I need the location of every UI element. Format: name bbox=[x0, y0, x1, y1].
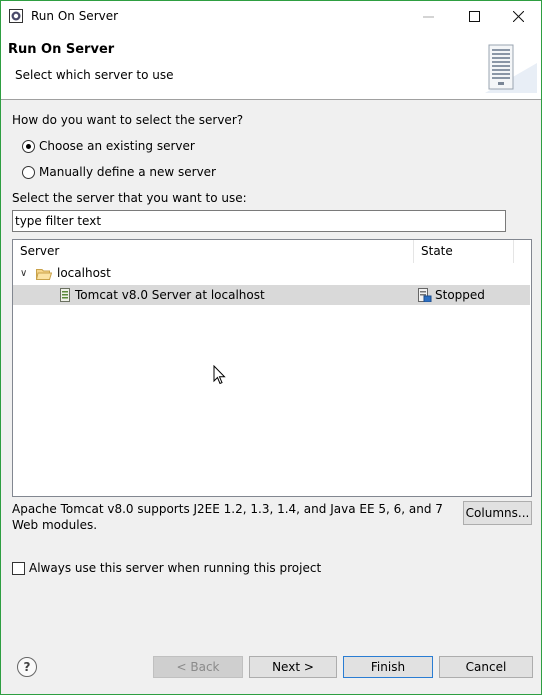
radio-manual-define[interactable]: Manually define a new server bbox=[22, 165, 216, 179]
close-icon bbox=[512, 10, 524, 22]
wizard-header: Run On Server Select which server to use bbox=[1, 31, 541, 100]
close-button[interactable] bbox=[495, 1, 541, 31]
always-use-checkbox[interactable]: Always use this server when running this… bbox=[12, 561, 321, 575]
back-button[interactable]: < Back bbox=[153, 656, 243, 678]
page-subtitle: Select which server to use bbox=[15, 68, 174, 82]
server-banner-icon bbox=[485, 44, 537, 93]
server-state: Stopped bbox=[435, 288, 485, 302]
column-separator[interactable] bbox=[413, 240, 414, 263]
help-icon[interactable]: ? bbox=[17, 657, 37, 677]
minimize-button[interactable] bbox=[405, 1, 451, 31]
title-bar[interactable]: Run On Server bbox=[1, 1, 541, 31]
mouse-cursor-icon bbox=[213, 365, 226, 385]
tree-group-localhost[interactable]: ∨ localhost bbox=[13, 264, 531, 284]
maximize-button[interactable] bbox=[451, 1, 497, 31]
column-separator[interactable] bbox=[513, 240, 514, 263]
next-button[interactable]: Next > bbox=[249, 656, 337, 678]
column-header-state[interactable]: State bbox=[421, 240, 453, 263]
selection-question: How do you want to select the server? bbox=[12, 113, 244, 127]
radio-label: Manually define a new server bbox=[39, 165, 216, 179]
filter-label: Select the server that you want to use: bbox=[12, 191, 247, 205]
chevron-down-icon[interactable]: ∨ bbox=[20, 268, 27, 279]
table-row[interactable]: Tomcat v8.0 Server at localhost Stopped bbox=[13, 285, 530, 305]
stopped-state-icon bbox=[418, 288, 432, 302]
eclipse-app-icon bbox=[9, 9, 23, 23]
column-header-server[interactable]: Server bbox=[20, 240, 59, 263]
dialog-window: Run On Server Run On Server Select which… bbox=[0, 0, 542, 695]
cancel-button[interactable]: Cancel bbox=[439, 656, 533, 678]
checkbox-label: Always use this server when running this… bbox=[29, 561, 322, 575]
page-title: Run On Server bbox=[8, 42, 115, 57]
columns-button[interactable]: Columns... bbox=[463, 501, 532, 525]
minimize-icon bbox=[422, 16, 434, 17]
radio-indicator[interactable] bbox=[22, 165, 35, 179]
radio-indicator[interactable] bbox=[22, 139, 35, 153]
server-description: Apache Tomcat v8.0 supports J2EE 1.2, 1.… bbox=[12, 502, 443, 532]
finish-button[interactable]: Finish bbox=[343, 656, 433, 678]
folder-open-icon bbox=[36, 269, 52, 280]
window-title: Run On Server bbox=[31, 9, 119, 23]
filter-input[interactable] bbox=[12, 210, 506, 232]
maximize-icon bbox=[468, 10, 480, 22]
radio-choose-existing[interactable]: Choose an existing server bbox=[22, 139, 195, 153]
checkbox-indicator[interactable] bbox=[12, 561, 25, 575]
radio-label: Choose an existing server bbox=[39, 139, 195, 153]
tree-group-label: localhost bbox=[57, 266, 111, 280]
server-icon bbox=[60, 288, 70, 302]
server-name: Tomcat v8.0 Server at localhost bbox=[75, 288, 265, 302]
server-table[interactable]: Server State ∨ localhost Tomcat v8.0 Ser… bbox=[12, 239, 532, 497]
